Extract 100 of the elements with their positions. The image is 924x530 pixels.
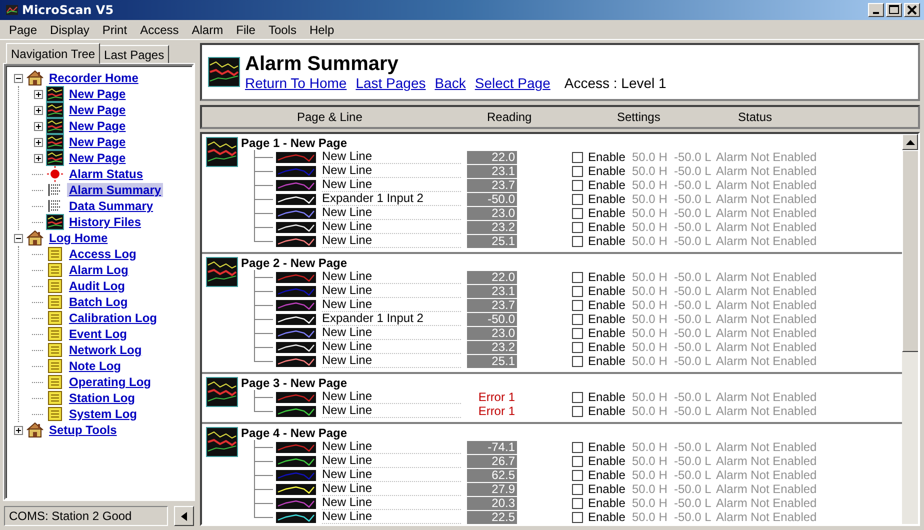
tree-link[interactable]: Network Log: [67, 343, 144, 357]
enable-checkbox[interactable]: [572, 286, 583, 296]
enable-checkbox[interactable]: [572, 328, 583, 338]
tree-link[interactable]: Access Log: [67, 247, 138, 261]
tree-link[interactable]: Calibration Log: [67, 311, 159, 325]
alarm-status-text: Alarm Not Enabled: [716, 404, 817, 418]
tree-link[interactable]: Alarm Status: [67, 167, 146, 181]
column-header[interactable]: Reading: [487, 110, 532, 124]
collapse-box-icon[interactable]: [14, 234, 23, 242]
expand-box-icon[interactable]: [34, 138, 43, 146]
tree-link[interactable]: History Files: [67, 215, 144, 229]
low-setpoint: -50.0 L: [674, 510, 712, 524]
menu-item[interactable]: Display: [43, 22, 96, 36]
reading-value: 62.5: [467, 468, 517, 482]
tree-link[interactable]: Recorder Home: [47, 71, 140, 85]
expand-box-icon[interactable]: [34, 106, 43, 114]
tree-link[interactable]: Data Summary: [67, 199, 156, 213]
column-header[interactable]: Page & Line: [297, 110, 362, 124]
enable-checkbox[interactable]: [572, 456, 583, 466]
menu-item[interactable]: Alarm: [184, 22, 230, 36]
tab[interactable]: Last Pages: [99, 45, 170, 64]
tree-link[interactable]: New Page: [67, 103, 128, 117]
tree-link[interactable]: Batch Log: [67, 295, 130, 309]
enable-label: Enable: [588, 312, 626, 326]
tree-link[interactable]: Operating Log: [67, 375, 153, 389]
enable-checkbox[interactable]: [572, 166, 583, 176]
minimize-button[interactable]: [868, 3, 884, 17]
enable-checkbox[interactable]: [572, 392, 583, 402]
low-setpoint: -50.0 L: [674, 440, 712, 454]
tree-link[interactable]: New Page: [67, 151, 128, 165]
line-name: New Line: [322, 206, 461, 220]
enable-checkbox[interactable]: [572, 272, 583, 282]
menu-item[interactable]: Help: [302, 22, 340, 36]
reading-value: -50.0: [467, 192, 517, 206]
high-setpoint: 50.0 H: [632, 284, 668, 298]
menu-item[interactable]: Access: [133, 22, 185, 36]
scroll-left-button[interactable]: [174, 506, 194, 526]
menu-item[interactable]: Page: [2, 22, 44, 36]
enable-label: Enable: [588, 220, 626, 234]
tree-link[interactable]: Station Log: [67, 391, 137, 405]
enable-checkbox[interactable]: [572, 180, 583, 190]
expand-box-icon[interactable]: [34, 122, 43, 130]
menu-item[interactable]: File: [229, 22, 262, 36]
alarm-status-text: Alarm Not Enabled: [716, 234, 817, 248]
enable-checkbox[interactable]: [572, 512, 583, 522]
enable-checkbox[interactable]: [572, 442, 583, 452]
tree-link[interactable]: Event Log: [67, 327, 130, 341]
tree-link[interactable]: New Page: [67, 119, 128, 133]
enable-checkbox[interactable]: [572, 314, 583, 324]
alarm-status-text: Alarm Not Enabled: [716, 312, 817, 326]
reading-value: 26.7: [467, 454, 517, 468]
low-setpoint: -50.0 L: [674, 284, 712, 298]
enable-checkbox[interactable]: [572, 236, 583, 246]
tree-link[interactable]: Audit Log: [67, 279, 127, 293]
expand-box-icon[interactable]: [34, 154, 43, 162]
scroll-up-button[interactable]: [902, 134, 918, 150]
enable-checkbox[interactable]: [572, 470, 583, 480]
expand-box-icon[interactable]: [34, 90, 43, 98]
enable-checkbox[interactable]: [572, 208, 583, 218]
left-arrow-icon: [181, 512, 187, 520]
low-setpoint: -50.0 L: [674, 354, 712, 368]
enable-checkbox[interactable]: [572, 356, 583, 366]
enable-checkbox[interactable]: [572, 194, 583, 204]
tree-link[interactable]: Log Home: [47, 231, 110, 245]
column-header[interactable]: Settings: [617, 110, 660, 124]
enable-checkbox[interactable]: [572, 342, 583, 352]
nav-link[interactable]: Last Pages: [356, 75, 426, 91]
enable-checkbox[interactable]: [572, 498, 583, 508]
enable-checkbox[interactable]: [572, 484, 583, 494]
tree-link[interactable]: New Page: [67, 135, 128, 149]
menu-item[interactable]: Print: [95, 22, 134, 36]
reading-value: -50.0: [467, 312, 517, 326]
nav-link[interactable]: Select Page: [474, 75, 550, 91]
line-name: Expander 1 Input 2: [322, 312, 461, 326]
chart-page-icon: [46, 118, 64, 134]
tree-link[interactable]: New Page: [67, 87, 128, 101]
tree-link[interactable]: Setup Tools: [47, 423, 119, 437]
tree-connector: [254, 192, 273, 206]
nav-link[interactable]: Return To Home: [245, 75, 347, 91]
maximize-button[interactable]: [886, 3, 902, 17]
vertical-scrollbar[interactable]: [902, 134, 918, 524]
enable-checkbox[interactable]: [572, 152, 583, 162]
menu-item[interactable]: Tools: [261, 22, 302, 36]
expand-box-icon[interactable]: [14, 426, 23, 434]
column-header[interactable]: Status: [738, 110, 772, 124]
tree-link[interactable]: Alarm Log: [67, 263, 130, 277]
reading-value: 22.0: [467, 150, 517, 164]
enable-checkbox[interactable]: [572, 300, 583, 310]
tree-link[interactable]: Alarm Summary: [67, 183, 164, 197]
tree-link[interactable]: Note Log: [67, 359, 123, 373]
high-setpoint: 50.0 H: [632, 206, 668, 220]
nav-link[interactable]: Back: [434, 75, 466, 91]
enable-checkbox[interactable]: [572, 222, 583, 232]
enable-checkbox[interactable]: [572, 406, 583, 416]
scroll-thumb[interactable]: [902, 150, 918, 352]
close-button[interactable]: [904, 3, 920, 17]
tab[interactable]: Navigation Tree: [6, 43, 100, 64]
collapse-box-icon[interactable]: [14, 74, 23, 82]
tree-link[interactable]: System Log: [67, 407, 140, 421]
low-setpoint: -50.0 L: [674, 270, 712, 284]
